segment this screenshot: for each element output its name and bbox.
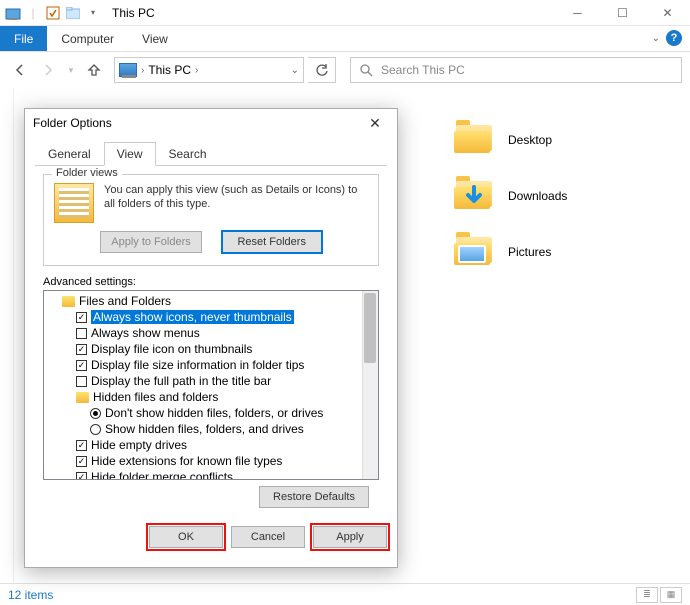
ribbon: File Computer View ⌄ ? (0, 26, 690, 52)
tree-item-hide-extensions[interactable]: Hide extensions for known file types (48, 453, 374, 469)
dialog-tabs: General View Search (25, 137, 397, 165)
up-button[interactable] (82, 58, 106, 82)
tree-item-hide-empty-drives[interactable]: Hide empty drives (48, 437, 374, 453)
qat-separator: | (24, 4, 42, 22)
dialog-close-button[interactable]: ✕ (361, 113, 389, 133)
apply-to-folders-button[interactable]: Apply to Folders (100, 231, 201, 253)
radio-icon[interactable] (90, 424, 101, 435)
minimize-button[interactable]: ─ (555, 0, 600, 26)
computer-tab[interactable]: Computer (47, 26, 128, 51)
folder-label: Downloads (508, 189, 567, 203)
checkbox-icon[interactable] (76, 312, 87, 323)
window-title: This PC (112, 6, 155, 20)
icons-view-icon[interactable]: ▦ (660, 587, 682, 603)
tree-group-hidden-files[interactable]: Hidden files and folders (48, 389, 374, 405)
tree-item-always-icons[interactable]: Always show icons, never thumbnails (48, 309, 374, 325)
dialog-footer: OK Cancel Apply (25, 522, 397, 558)
view-tab[interactable]: View (128, 26, 182, 51)
folder-views-icon (54, 183, 94, 223)
tree-item-full-path-title[interactable]: Display the full path in the title bar (48, 373, 374, 389)
folder-icon (454, 123, 496, 157)
tree-item-always-menus[interactable]: Always show menus (48, 325, 374, 341)
tree-item-dont-show-hidden[interactable]: Don't show hidden files, folders, or dri… (48, 405, 374, 421)
folder-options-dialog: Folder Options ✕ General View Search Fol… (24, 108, 398, 568)
nav-pane-edge (0, 88, 14, 583)
tree-group-files-folders[interactable]: Files and Folders (48, 293, 374, 309)
new-folder-qat-icon[interactable] (64, 4, 82, 22)
app-icon (4, 4, 22, 22)
folder-views-text: You can apply this view (such as Details… (104, 183, 368, 223)
folder-icon (454, 179, 496, 213)
view-toggles: ≣ ▦ (636, 587, 682, 603)
navigation-bar: ▾ › This PC › ⌄ Search This PC (0, 52, 690, 88)
tree-item-file-icon-thumbs[interactable]: Display file icon on thumbnails (48, 341, 374, 357)
dialog-body: Folder views You can apply this view (su… (35, 165, 387, 522)
scrollbar-thumb[interactable] (364, 293, 376, 363)
tree-item-file-size-tips[interactable]: Display file size information in folder … (48, 357, 374, 373)
file-tab[interactable]: File (0, 26, 47, 51)
breadcrumb-sep-icon: › (141, 65, 144, 76)
window-controls: ─ ☐ ✕ (555, 0, 690, 26)
checkbox-icon[interactable] (76, 456, 87, 467)
advanced-settings-tree[interactable]: Files and Folders Always show icons, nev… (43, 290, 379, 480)
folder-views-group: Folder views You can apply this view (su… (43, 174, 379, 266)
checkbox-icon[interactable] (76, 376, 87, 387)
restore-defaults-button[interactable]: Restore Defaults (259, 486, 369, 508)
folder-label: Pictures (508, 245, 551, 259)
cancel-button[interactable]: Cancel (231, 526, 305, 548)
ribbon-collapse-icon[interactable]: ⌄ (652, 33, 660, 44)
folder-views-legend: Folder views (52, 167, 122, 179)
advanced-settings-label: Advanced settings: (43, 276, 379, 288)
close-button[interactable]: ✕ (645, 0, 690, 26)
maximize-button[interactable]: ☐ (600, 0, 645, 26)
restore-row: Restore Defaults (43, 480, 379, 514)
back-button[interactable] (8, 58, 32, 82)
dialog-title-bar[interactable]: Folder Options ✕ (25, 109, 397, 137)
tree-scrollbar[interactable] (362, 291, 378, 479)
item-count: 12 items (8, 588, 53, 602)
folder-icon (62, 296, 75, 307)
folder-icon (454, 235, 496, 269)
title-bar: | ▾ This PC ─ ☐ ✕ (0, 0, 690, 26)
tab-view[interactable]: View (104, 142, 156, 166)
tab-general[interactable]: General (35, 142, 104, 166)
status-bar: 12 items ≣ ▦ (0, 583, 690, 605)
help-icon[interactable]: ? (666, 30, 682, 46)
search-placeholder: Search This PC (381, 63, 465, 77)
tab-search[interactable]: Search (156, 142, 220, 166)
folder-label: Desktop (508, 133, 552, 147)
search-icon (359, 63, 373, 77)
checkbox-icon[interactable] (76, 360, 87, 371)
tree-item-hide-merge-conflicts[interactable]: Hide folder merge conflicts (48, 469, 374, 480)
download-arrow-icon (464, 185, 484, 209)
tree-item-show-hidden[interactable]: Show hidden files, folders, and drives (48, 421, 374, 437)
apply-button[interactable]: Apply (313, 526, 387, 548)
quick-access-toolbar: | ▾ (0, 4, 106, 22)
checkbox-icon[interactable] (76, 328, 87, 339)
address-bar[interactable]: › This PC › ⌄ (114, 57, 304, 83)
address-dropdown-icon[interactable]: ⌄ (291, 65, 299, 76)
checkbox-icon[interactable] (76, 440, 87, 451)
ok-button[interactable]: OK (149, 526, 223, 548)
pc-icon (119, 63, 137, 77)
breadcrumb-text[interactable]: This PC (148, 63, 191, 77)
search-box[interactable]: Search This PC (350, 57, 682, 83)
reset-folders-button[interactable]: Reset Folders (222, 231, 322, 253)
properties-qat-icon[interactable] (44, 4, 62, 22)
forward-button[interactable] (36, 58, 60, 82)
qat-dropdown-icon[interactable]: ▾ (84, 4, 102, 22)
dialog-title: Folder Options (33, 116, 112, 130)
checkbox-icon[interactable] (76, 472, 87, 481)
picture-thumb-icon (458, 245, 486, 263)
details-view-icon[interactable]: ≣ (636, 587, 658, 603)
recent-dropdown-icon[interactable]: ▾ (64, 58, 78, 82)
refresh-button[interactable] (308, 57, 336, 83)
breadcrumb-sep-icon[interactable]: › (195, 65, 198, 76)
checkbox-icon[interactable] (76, 344, 87, 355)
folder-icon (76, 392, 89, 403)
radio-icon[interactable] (90, 408, 101, 419)
